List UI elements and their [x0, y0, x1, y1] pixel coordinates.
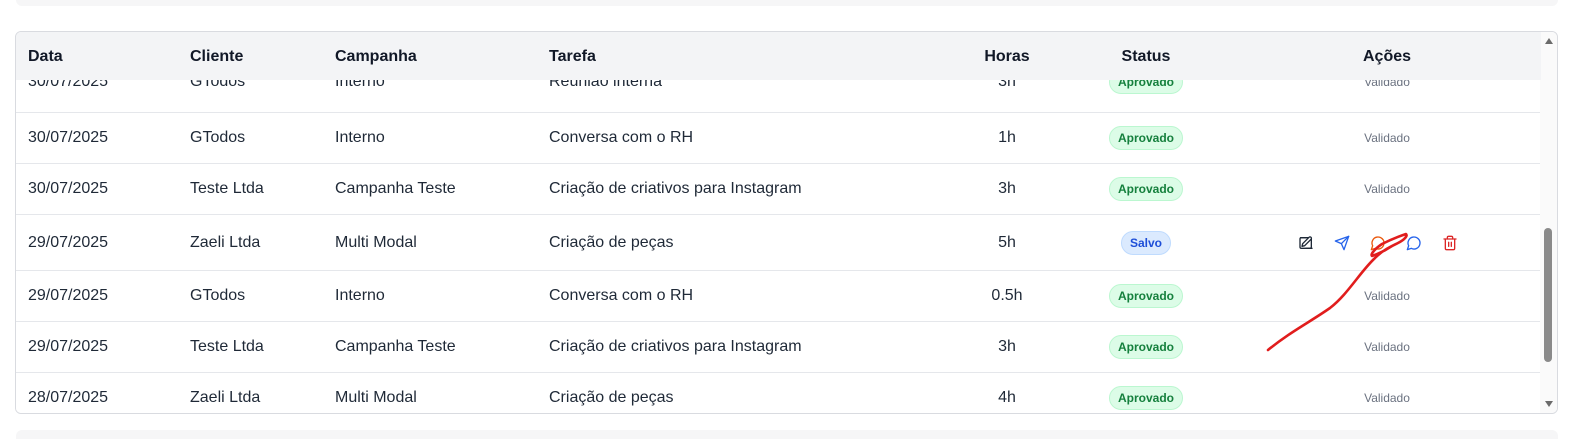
cell-campanha: Multi Modal [335, 389, 417, 406]
cell-campanha: Multi Modal [335, 233, 417, 251]
table-row[interactable]: 29/07/2025 GTodos Interno Conversa com o RH… [16, 271, 1541, 322]
cell-campanha: Interno [335, 287, 385, 304]
cell-cliente: Zaeli Ltda [190, 389, 261, 406]
cell-tarefa: Criação de criativos para Instagram [549, 180, 802, 197]
top-panel-edge [16, 0, 1558, 6]
cell-cliente: Teste Ltda [190, 180, 264, 197]
cell-cliente: GTodos [190, 129, 246, 146]
timesheet-table: Data Cliente Campanha Tarefa Horas Statu… [15, 31, 1558, 414]
cell-data: 30/07/2025 [28, 180, 109, 197]
cell-horas: 3h [998, 180, 1016, 197]
table-row[interactable]: 30/07/2025 GTodos Interno Conversa com o RH… [16, 113, 1541, 164]
vertical-scrollbar[interactable] [1540, 32, 1557, 413]
cell-data: 29/07/2025 [28, 233, 109, 251]
table-row[interactable]: 28/07/2025 Zaeli Ltda Multi Modal Criação d… [16, 373, 1541, 413]
scroll-down-arrow-icon[interactable] [1540, 397, 1557, 411]
cell-data: 29/07/2025 [28, 338, 109, 355]
message-icon[interactable] [1404, 233, 1424, 253]
cell-status: Aprovado [1108, 164, 1184, 214]
header-campanha: Campanha [335, 48, 417, 65]
status-badge: Aprovado [1108, 335, 1184, 359]
cell-campanha: Interno [335, 129, 385, 146]
cell-status: Aprovado [1108, 322, 1184, 372]
bottom-panel-edge [16, 430, 1558, 439]
cell-tarefa: Criação de peças [549, 389, 674, 406]
cell-cliente: Zaeli Ltda [190, 233, 261, 251]
cell-cliente: Teste Ltda [190, 338, 264, 355]
cell-status: Aprovado [1108, 271, 1184, 321]
cell-status: Salvo [1120, 215, 1172, 270]
cell-horas: 1h [998, 129, 1016, 146]
cell-horas: 0.5h [991, 287, 1023, 304]
cell-tarefa: Criação de criativos para Instagram [549, 338, 802, 355]
cell-acoes-validado: Validado [1364, 340, 1410, 354]
cell-status: Aprovado [1108, 373, 1184, 413]
header-status: Status [1121, 48, 1171, 65]
cell-horas: 5h [998, 233, 1016, 251]
header-tarefa: Tarefa [549, 48, 596, 65]
header-horas: Horas [984, 48, 1030, 65]
header-cliente: Cliente [190, 48, 244, 65]
comment-icon[interactable] [1368, 233, 1388, 253]
cell-data: 30/07/2025 [28, 129, 109, 146]
cell-status: Aprovado [1108, 113, 1184, 163]
cell-tarefa: Criação de peças [549, 233, 674, 251]
table-row[interactable]: 30/07/2025 Teste Ltda Campanha Teste Criaçã… [16, 164, 1541, 215]
cell-data: 28/07/2025 [28, 389, 109, 406]
cell-acoes-validado: Validado [1364, 182, 1410, 196]
cell-horas: 4h [998, 389, 1016, 406]
cell-acoes-validado: Validado [1364, 289, 1410, 303]
cell-tarefa: Conversa com o RH [549, 129, 694, 146]
cell-data: 29/07/2025 [28, 287, 109, 304]
table-header: Data Cliente Campanha Tarefa Horas Statu… [16, 32, 1541, 80]
cell-acoes-validado: Validado [1364, 391, 1410, 405]
status-badge: Salvo [1120, 230, 1172, 255]
status-badge: Aprovado [1108, 177, 1184, 201]
status-badge: Aprovado [1108, 386, 1184, 410]
scrollbar-thumb[interactable] [1544, 228, 1552, 362]
cell-campanha: Campanha Teste [335, 338, 456, 355]
cell-tarefa: Conversa com o RH [549, 287, 694, 304]
table-scroll-area[interactable]: Data Cliente Campanha Tarefa Horas Statu… [16, 32, 1541, 413]
status-badge: Aprovado [1108, 284, 1184, 308]
header-data: Data [28, 48, 63, 65]
trash-icon[interactable] [1440, 233, 1460, 253]
cell-cliente: GTodos [190, 287, 246, 304]
table-row[interactable]: 29/07/2025 Teste Ltda Campanha Teste Criaçã… [16, 322, 1541, 373]
status-badge: Aprovado [1108, 126, 1184, 150]
cell-acoes-validado: Validado [1364, 131, 1410, 145]
header-acoes: Ações [1362, 48, 1412, 65]
table-row[interactable]: 29/07/2025 Zaeli Ltda Multi Modal Criação d… [16, 215, 1541, 271]
cell-horas: 3h [998, 338, 1016, 355]
scroll-up-arrow-icon[interactable] [1540, 34, 1557, 48]
cell-campanha: Campanha Teste [335, 180, 456, 197]
table-body: 30/07/2025 GTodos Interno Reunião interna 3h… [16, 52, 1541, 413]
edit-icon[interactable] [1296, 233, 1316, 253]
row-action-buttons [1296, 215, 1476, 270]
send-icon[interactable] [1332, 233, 1352, 253]
